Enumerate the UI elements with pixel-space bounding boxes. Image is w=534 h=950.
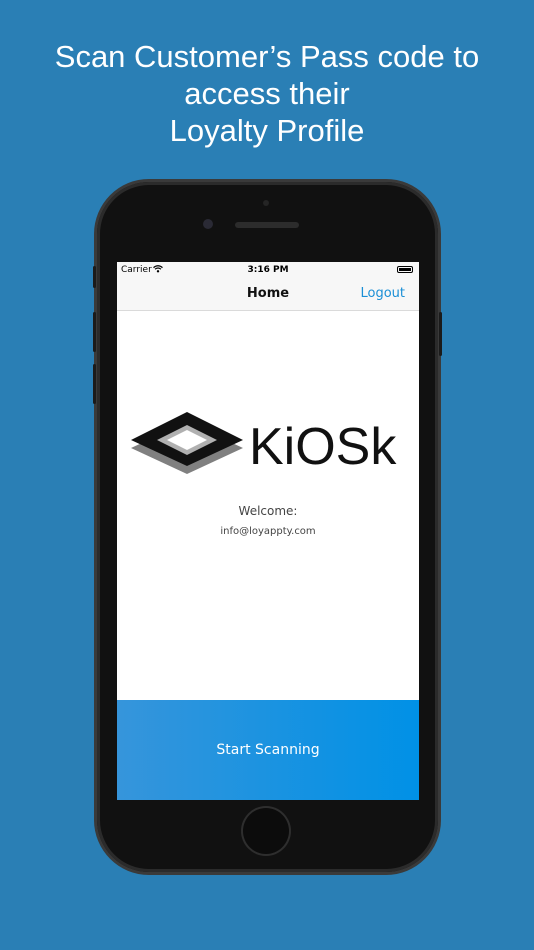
promo-line-3: Loyalty Profile [169, 113, 365, 148]
sensor-dot [263, 200, 269, 206]
promo-headline: Scan Customer’s Pass code to access thei… [0, 38, 534, 149]
promo-line-2: access their [184, 76, 350, 111]
volume-up-button [93, 312, 96, 352]
mute-switch [93, 266, 96, 288]
logout-button[interactable]: Logout [360, 286, 405, 301]
status-time: 3:16 PM [247, 265, 289, 275]
kiosk-logo-text: KiOSk [249, 418, 397, 476]
phone-frame: Carrier 3:16 PM Home Logout KiOSk Welcom… [93, 182, 442, 872]
home-button [243, 808, 289, 854]
promo-line-1: Scan Customer’s Pass code to [54, 39, 480, 74]
status-bar: Carrier 3:16 PM [117, 262, 419, 278]
power-button [439, 312, 442, 356]
earpiece-speaker [235, 222, 299, 228]
app-screen: Carrier 3:16 PM Home Logout KiOSk Welcom… [117, 262, 419, 800]
navigation-bar: Home Logout [117, 278, 419, 311]
battery-icon [397, 266, 413, 273]
front-camera [203, 219, 213, 229]
start-scanning-button[interactable]: Start Scanning [117, 700, 419, 800]
welcome-label: Welcome: [238, 504, 298, 518]
kiosk-logo-mark: KiOSk [131, 412, 397, 476]
kiosk-logo: KiOSk [131, 408, 405, 482]
user-email: info@loyappty.com [220, 526, 316, 537]
volume-down-button [93, 364, 96, 404]
